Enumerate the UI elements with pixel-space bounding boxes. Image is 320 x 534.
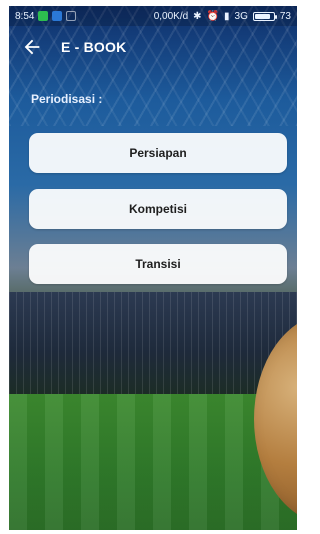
bluetooth-icon: ✱ — [193, 10, 202, 22]
stadium-stands-background — [9, 292, 297, 402]
app-bar: E - BOOK — [9, 28, 297, 66]
app-notification-icon — [52, 11, 63, 21]
status-right: 0,00K/d ✱ ⏰ ▮ 3G 73 — [154, 11, 291, 22]
network-type: 3G — [234, 10, 248, 22]
periodization-label: Periodisasi : — [31, 92, 103, 106]
message-notification-icon — [38, 11, 49, 21]
signal-icon: ▮ — [224, 10, 230, 22]
alarm-icon: ⏰ — [206, 10, 220, 22]
notification-icon — [66, 11, 77, 21]
transisi-button[interactable]: Transisi — [29, 244, 287, 284]
status-time: 8:54 — [15, 10, 35, 22]
battery-fill — [254, 13, 270, 19]
phone-screen: 8:54 0,00K/d ✱ ⏰ ▮ 3G 73 E - BOOK Period… — [9, 6, 297, 530]
kompetisi-button[interactable]: Kompetisi — [29, 189, 287, 229]
back-button[interactable] — [15, 30, 49, 64]
battery-icon — [252, 11, 277, 21]
persiapan-button[interactable]: Persiapan — [29, 133, 287, 173]
battery-percent: 73 — [279, 10, 291, 22]
status-bar: 8:54 0,00K/d ✱ ⏰ ▮ 3G 73 — [9, 6, 297, 26]
network-speed: 0,00K/d — [153, 10, 189, 22]
app-title: E - BOOK — [61, 39, 127, 55]
arrow-left-icon — [24, 39, 40, 55]
status-left: 8:54 — [15, 10, 77, 22]
